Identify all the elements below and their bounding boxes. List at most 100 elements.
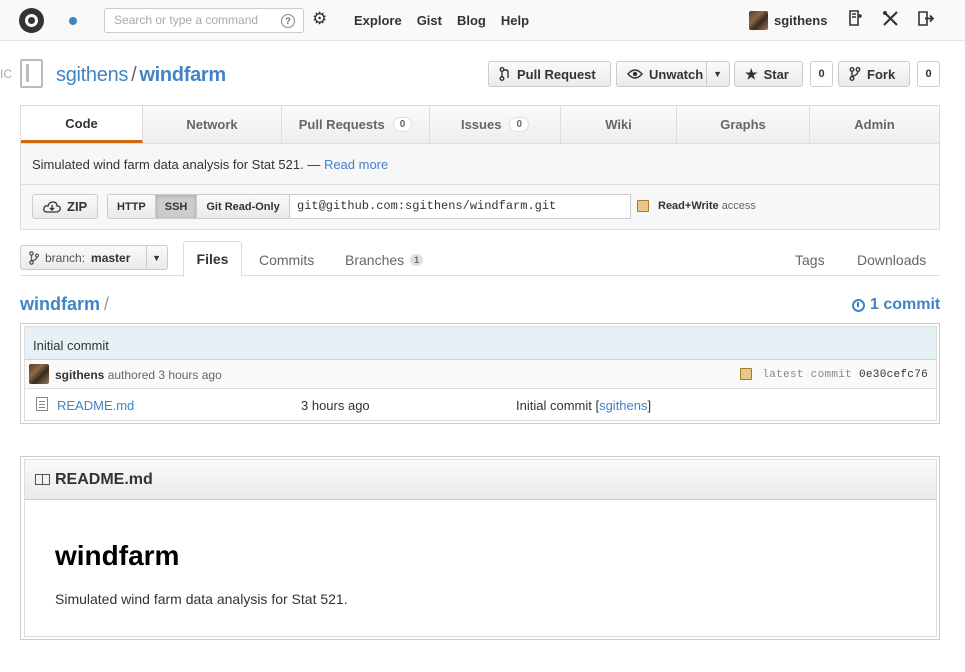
star-button[interactable]: ★ Star: [734, 61, 803, 87]
tab-graphs[interactable]: Graphs: [677, 106, 810, 143]
nav-gist[interactable]: Gist: [417, 13, 442, 28]
latest-commit: latest commit 0e30cefc76: [762, 369, 928, 381]
cloud-download-icon: [43, 200, 61, 213]
file-browser: Initial commit sgithens authored 3 hours…: [20, 323, 940, 424]
repo-tabs: Code Network Pull Requests 0 Issues 0 Wiki…: [20, 105, 940, 143]
subnav-underline: [20, 275, 940, 276]
github-logo-icon[interactable]: [19, 8, 44, 33]
tab-downloads-label: Downloads: [857, 252, 927, 268]
commit-count: 1 commit: [870, 296, 941, 313]
chevron-down-icon[interactable]: ▼: [713, 69, 722, 79]
table-row: README.md 3 hours ago Initial commit [sg…: [25, 389, 936, 420]
sign-out-icon[interactable]: [916, 10, 934, 28]
description-text: Simulated wind farm data analysis for St…: [32, 157, 321, 172]
unwatch-divider: [706, 62, 707, 86]
protocol-http[interactable]: HTTP: [108, 195, 156, 218]
commit-author-row: sgithens authored 3 hours ago latest com…: [25, 360, 936, 389]
repo-owner-link[interactable]: sgithens: [56, 64, 128, 86]
latest-commit-label: latest commit: [762, 369, 853, 381]
file-commit-message: Initial commit [sgithens]: [516, 398, 651, 413]
tab-issues-label: Issues: [460, 117, 502, 132]
last-commit-message[interactable]: Initial commit: [25, 327, 936, 360]
commit-history-link[interactable]: 1 commit: [852, 296, 940, 314]
tab-downloads[interactable]: Downloads: [857, 252, 926, 268]
fork-label: Fork: [867, 66, 896, 82]
author-name[interactable]: sgithens: [55, 368, 104, 382]
eye-icon: [627, 69, 643, 79]
username[interactable]: sgithens: [774, 13, 827, 28]
chevron-down-icon: ▼: [152, 253, 161, 263]
file-author-link[interactable]: sgithens: [599, 398, 647, 413]
branch-divider: [146, 246, 147, 269]
clipboard-icon[interactable]: [740, 368, 752, 380]
tab-code-label: Code: [65, 115, 98, 131]
pull-request-icon: [499, 67, 509, 81]
tab-admin-label: Admin: [854, 117, 895, 132]
author-avatar: [29, 364, 49, 384]
pull-requests-count: 0: [392, 117, 413, 132]
new-repo-icon[interactable]: [846, 10, 864, 28]
access-bold: Read+Write: [658, 200, 719, 212]
tab-branches[interactable]: Branches 1: [345, 252, 424, 268]
nav-explore[interactable]: Explore: [354, 13, 402, 28]
unwatch-label: Unwatch: [649, 66, 704, 82]
search-box[interactable]: ?: [104, 8, 304, 33]
avatar: [749, 11, 768, 30]
zip-download-button[interactable]: ZIP: [32, 194, 99, 219]
tab-network-label: Network: [186, 117, 238, 132]
notification-icon[interactable]: [69, 17, 77, 25]
pull-request-button[interactable]: Pull Request: [488, 61, 611, 87]
repo-title: sgithens / windfarm: [56, 64, 226, 87]
author-info: sgithens authored 3 hours ago: [55, 368, 222, 382]
clone-protocol-group: HTTP SSH Git Read-Only: [107, 194, 290, 219]
readme-inner: README.md windfarm Simulated wind farm d…: [24, 459, 937, 637]
star-count[interactable]: 0: [810, 61, 833, 87]
nav-blog[interactable]: Blog: [457, 13, 486, 28]
unwatch-button[interactable]: Unwatch ▼: [616, 61, 730, 87]
file-message-end: ]: [647, 398, 652, 413]
pull-request-label: Pull Request: [517, 66, 596, 82]
file-browser-inner: Initial commit sgithens authored 3 hours…: [24, 326, 937, 421]
fork-button[interactable]: Fork: [838, 61, 910, 87]
nav-help[interactable]: Help: [501, 13, 529, 28]
protocol-git-readonly[interactable]: Git Read-Only: [197, 195, 289, 218]
star-label: Star: [763, 66, 789, 82]
branch-icon: [29, 250, 39, 265]
tab-admin[interactable]: Admin: [810, 106, 939, 143]
user-menu[interactable]: sgithens: [749, 11, 827, 30]
file-message-text: Initial commit [: [516, 398, 600, 413]
repo-name-link[interactable]: windfarm: [139, 64, 226, 86]
tab-graphs-label: Graphs: [720, 117, 766, 132]
search-input[interactable]: [114, 13, 282, 27]
commit-sha[interactable]: 0e30cefc76: [859, 369, 928, 381]
tab-code[interactable]: Code: [21, 106, 143, 143]
top-header: ? ⚙ Explore Gist Blog Help sgithens: [0, 0, 965, 41]
tab-commits[interactable]: Commits: [259, 252, 314, 268]
branch-name: master: [91, 250, 131, 265]
zip-label: ZIP: [67, 199, 88, 214]
tab-files[interactable]: Files: [183, 241, 242, 277]
gear-icon[interactable]: ⚙: [312, 10, 328, 27]
tab-network[interactable]: Network: [143, 106, 282, 143]
tab-wiki[interactable]: Wiki: [561, 106, 677, 143]
tab-pull-requests[interactable]: Pull Requests 0: [282, 106, 430, 143]
breadcrumb: windfarm /: [20, 294, 109, 315]
protocol-ssh[interactable]: SSH: [155, 195, 198, 218]
access-level: Read+Write access: [658, 200, 756, 212]
book-icon: [35, 474, 50, 485]
file-name-link[interactable]: README.md: [57, 398, 134, 413]
repo-icon: [20, 59, 43, 88]
breadcrumb-root[interactable]: windfarm: [20, 294, 100, 314]
clone-url-input[interactable]: git@github.com:sgithens/windfarm.git: [289, 194, 631, 219]
read-more-link[interactable]: Read more: [324, 157, 388, 172]
tab-issues[interactable]: Issues 0: [430, 106, 561, 143]
clipboard-icon[interactable]: [637, 200, 649, 212]
tab-pull-requests-label: Pull Requests: [298, 117, 385, 132]
readme-filename: README.md: [55, 470, 153, 488]
tab-tags[interactable]: Tags: [795, 252, 825, 268]
help-icon[interactable]: ?: [281, 14, 295, 28]
fork-count[interactable]: 0: [917, 61, 940, 87]
branch-prefix: branch:: [45, 250, 86, 265]
settings-tools-icon[interactable]: [881, 10, 899, 28]
readme-body: Simulated wind farm data analysis for St…: [55, 591, 348, 607]
